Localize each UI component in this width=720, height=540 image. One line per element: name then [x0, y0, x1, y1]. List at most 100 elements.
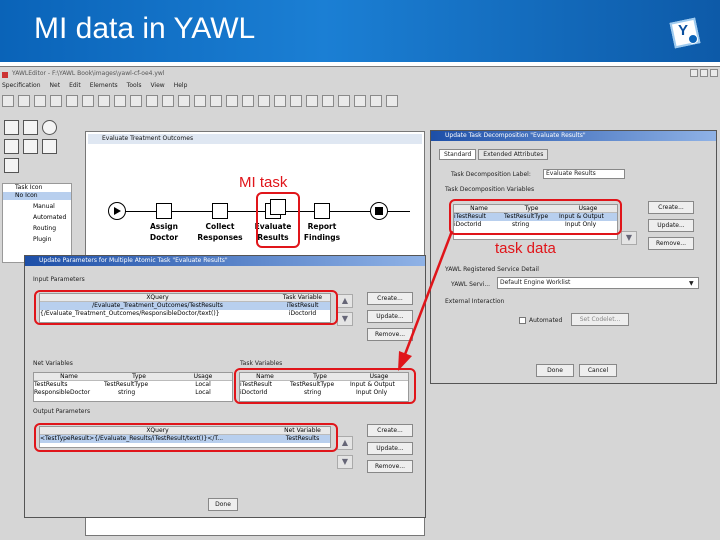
validate-icon[interactable] [114, 95, 126, 107]
task-data-annotation: task data [495, 240, 556, 257]
composite-task-tool[interactable] [23, 120, 38, 135]
move-down-icon[interactable]: ▼ [337, 455, 353, 469]
decomposition-cancel-button[interactable]: Cancel [579, 364, 617, 377]
automated-label: Automated [529, 317, 563, 324]
align-center-icon[interactable] [274, 95, 286, 107]
remove-button[interactable]: Remove... [648, 237, 694, 250]
cell: TestResultType [104, 381, 149, 388]
table-header: Name Type Usage [34, 373, 232, 381]
new-net-icon[interactable] [82, 95, 94, 107]
automated-checkbox[interactable] [519, 317, 526, 324]
print-icon[interactable] [98, 95, 110, 107]
paste-icon[interactable] [226, 95, 238, 107]
task-label: Assign [149, 222, 178, 231]
task-collect-responses[interactable] [212, 203, 228, 219]
cut-icon[interactable] [194, 95, 206, 107]
new-spec-icon[interactable] [2, 95, 14, 107]
column-header: Name [60, 373, 78, 380]
task-variables-title: Task Variables [240, 360, 283, 367]
menu-edit[interactable]: Edit [69, 82, 81, 92]
column-header: Type [132, 373, 146, 380]
task-label: Doctor [149, 233, 179, 242]
save-as-icon[interactable] [50, 95, 62, 107]
move-down-icon[interactable]: ▼ [621, 231, 637, 245]
table-row[interactable]: TestResults TestResultType Local [34, 381, 232, 389]
menu-elements[interactable]: Elements [90, 82, 118, 92]
align-left-icon[interactable] [258, 95, 270, 107]
decompose-icon[interactable] [370, 95, 382, 107]
tab-extended-attributes[interactable]: Extended Attributes [478, 149, 549, 160]
parameters-dialog-title: Update Parameters for Multiple Atomic Ta… [25, 256, 425, 266]
window-title: YAWLEditor - F:\YAWL Book\images\yawl-cf… [12, 70, 165, 77]
task-icon-tree: Task Icon No Icon Manual Automated Routi… [2, 183, 72, 263]
zoom-icon[interactable] [146, 95, 158, 107]
red-arrow-icon [398, 230, 454, 371]
output-update-button[interactable]: Update... [367, 442, 413, 455]
redo-icon[interactable] [178, 95, 190, 107]
menu-specification[interactable]: Specification [2, 82, 41, 92]
maximize-button[interactable] [700, 69, 708, 77]
minimize-button[interactable] [690, 69, 698, 77]
stop-icon [375, 207, 383, 215]
open-spec-icon[interactable] [18, 95, 30, 107]
task-vars-highlight [234, 368, 416, 404]
mi-task-annotation: MI task [239, 174, 288, 191]
set-codelet-button[interactable]: Set Codelet... [571, 313, 629, 326]
align-right-icon[interactable] [290, 95, 302, 107]
create-button[interactable]: Create... [648, 201, 694, 214]
net-frame-title: Evaluate Treatment Outcomes [88, 134, 422, 144]
mi-task-tool[interactable] [4, 139, 19, 154]
menu-view[interactable]: View [150, 82, 164, 92]
close-window-button[interactable] [710, 69, 718, 77]
parameters-done-button[interactable]: Done [208, 498, 238, 511]
save-spec-icon[interactable] [34, 95, 46, 107]
mi-composite-tool[interactable] [23, 139, 38, 154]
update-button[interactable]: Update... [648, 219, 694, 232]
cell: TestResults [34, 381, 68, 388]
delete-icon[interactable] [242, 95, 254, 107]
decomposition-done-button[interactable]: Done [536, 364, 574, 377]
slide-title: MI data in YAWL [34, 12, 256, 45]
cancel-set-icon[interactable] [354, 95, 366, 107]
task-label: Collect [205, 222, 235, 231]
decomposition-dialog-title: Update Task Decomposition "Evaluate Resu… [431, 131, 716, 141]
cell: string [118, 389, 136, 396]
move-up-icon[interactable]: ▲ [337, 294, 353, 308]
menu-help[interactable]: Help [174, 82, 188, 92]
output-create-button[interactable]: Create... [367, 424, 413, 437]
decomposition-label-field[interactable]: Evaluate Results [543, 169, 625, 179]
cell: ResponsibleDoctor [34, 389, 91, 396]
tree-item-plugin[interactable]: Plugin [3, 236, 71, 244]
move-up-icon[interactable]: ▲ [337, 436, 353, 450]
marquee-tool[interactable] [42, 139, 57, 154]
undo-icon[interactable] [162, 95, 174, 107]
tree-item-manual[interactable]: Manual [3, 203, 71, 211]
net-variables-table: Name Type Usage TestResults TestResultTy… [33, 372, 233, 402]
condition-tool[interactable] [42, 120, 57, 135]
atomic-task-tool[interactable] [4, 120, 19, 135]
decomposition-tabs: Standard Extended Attributes [439, 149, 549, 160]
tree-item-routing[interactable]: Routing [3, 225, 71, 233]
tree-item-automated[interactable]: Automated [3, 214, 71, 222]
align-bottom-icon[interactable] [338, 95, 350, 107]
align-top-icon[interactable] [306, 95, 318, 107]
close-spec-icon[interactable] [66, 95, 78, 107]
tab-standard[interactable]: Standard [439, 149, 477, 160]
output-remove-button[interactable]: Remove... [367, 460, 413, 473]
variables-group-title: Task Decomposition Variables [445, 186, 535, 193]
chevron-down-icon[interactable]: ▼ [689, 280, 694, 287]
pointer-tool[interactable] [4, 158, 19, 173]
menu-tools[interactable]: Tools [127, 82, 142, 92]
service-select[interactable]: Default Engine Worklist [497, 277, 699, 289]
analyse-icon[interactable] [130, 95, 142, 107]
move-down-icon[interactable]: ▼ [337, 312, 353, 326]
table-row[interactable]: ResponsibleDoctor string Local [34, 389, 232, 397]
logo-dot-icon [688, 34, 698, 44]
data-icon[interactable] [386, 95, 398, 107]
task-assign-doctor[interactable] [156, 203, 172, 219]
menu-net[interactable]: Net [50, 82, 61, 92]
copy-icon[interactable] [210, 95, 222, 107]
task-report-findings[interactable] [314, 203, 330, 219]
align-middle-icon[interactable] [322, 95, 334, 107]
tree-item-no-icon[interactable]: No Icon [3, 192, 71, 200]
